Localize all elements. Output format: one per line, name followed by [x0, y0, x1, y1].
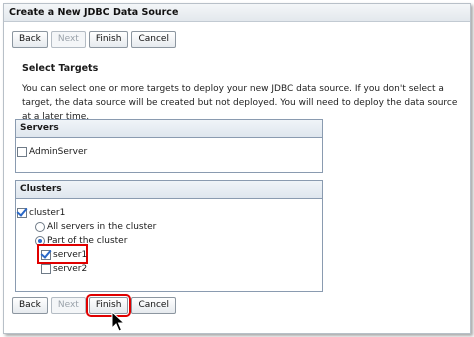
server1-label: server1 — [53, 250, 88, 260]
server2-label: server2 — [53, 264, 88, 274]
adminserver-label: AdminServer — [29, 147, 88, 157]
cluster1-checkbox[interactable] — [17, 208, 27, 218]
back-button-bottom[interactable]: Back — [12, 297, 48, 314]
all-servers-radio[interactable] — [35, 222, 45, 232]
cancel-button-bottom[interactable]: Cancel — [131, 297, 176, 314]
finish-button[interactable]: Finish — [88, 31, 129, 48]
back-button[interactable]: Back — [12, 31, 48, 48]
section-description: You can select one or more targets to de… — [22, 84, 458, 122]
cancel-button[interactable]: Cancel — [131, 31, 176, 48]
servers-header: Servers — [16, 120, 322, 138]
server-row-adminserver: AdminServer — [17, 147, 87, 157]
section-title: Select Targets — [22, 63, 99, 74]
adminserver-checkbox[interactable] — [17, 147, 27, 157]
dialog-window: Create a New JDBC Data Source Back Next … — [3, 3, 471, 334]
clusters-header: Clusters — [16, 181, 322, 199]
cluster-row: cluster1 — [17, 208, 65, 218]
top-button-bar: Back Next Finish Cancel — [12, 31, 176, 48]
member-row-server1: server1 — [41, 250, 87, 260]
next-button[interactable]: Next — [50, 31, 86, 48]
next-button-bottom[interactable]: Next — [50, 297, 86, 314]
bottom-button-bar: Back Next Finish Cancel — [12, 294, 176, 317]
cluster1-label: cluster1 — [29, 208, 66, 218]
member-row-server2: server2 — [41, 264, 87, 274]
all-servers-label: All servers in the cluster — [47, 222, 157, 232]
mouse-pointer-icon — [111, 311, 125, 332]
servers-panel: Servers — [15, 119, 323, 173]
server2-checkbox[interactable] — [41, 264, 51, 274]
window-title: Create a New JDBC Data Source — [4, 4, 470, 22]
option-all-servers: All servers in the cluster — [35, 222, 156, 232]
server1-checkbox[interactable] — [41, 250, 51, 260]
